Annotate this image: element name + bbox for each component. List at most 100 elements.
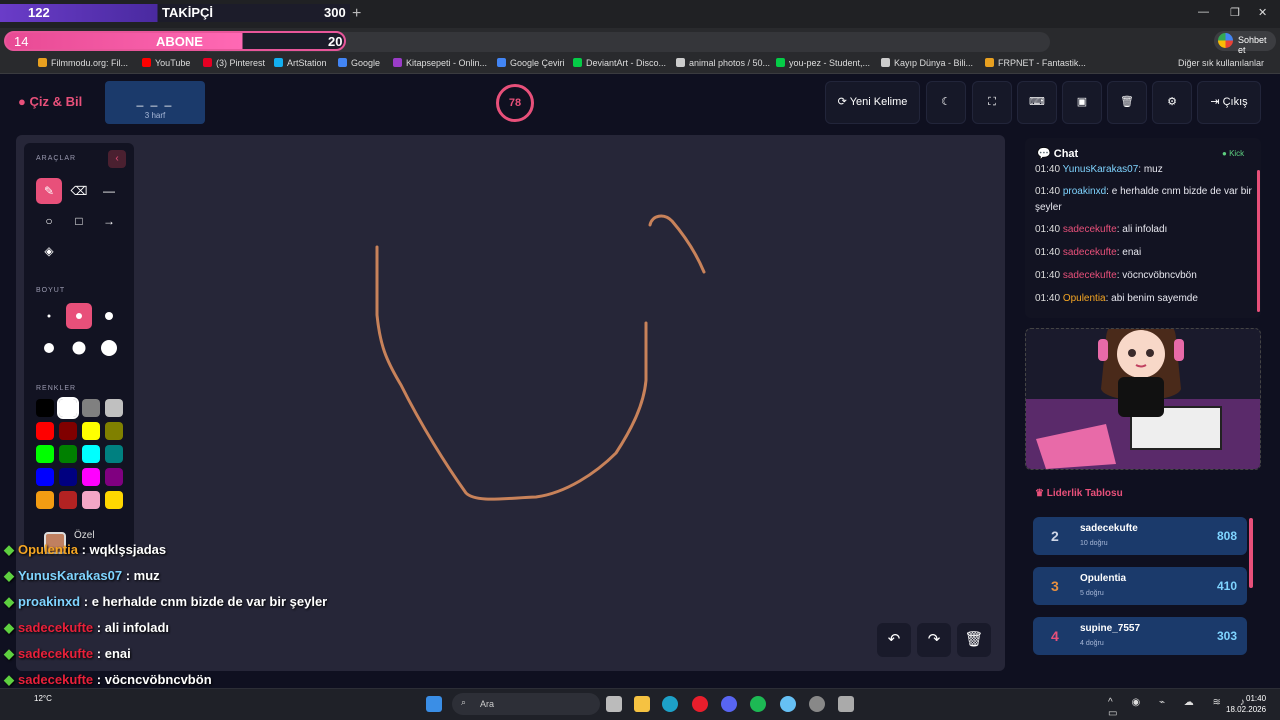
- color-swatch[interactable]: [36, 468, 54, 486]
- bookmark-item[interactable]: ArtStation: [274, 58, 327, 68]
- app-icon[interactable]: [838, 696, 854, 712]
- bookmark-item[interactable]: Google Çeviri: [497, 58, 565, 68]
- color-swatch[interactable]: [36, 422, 54, 440]
- chat-username[interactable]: sadecekufte: [1063, 270, 1117, 281]
- size-5[interactable]: [66, 335, 92, 361]
- undo-button[interactable]: ↶: [877, 623, 911, 657]
- redo-button[interactable]: ↷: [917, 623, 951, 657]
- chat-text: : abi benim sayemde: [1105, 293, 1198, 304]
- eraser-tool[interactable]: ⌫: [66, 178, 92, 204]
- brush-tool[interactable]: ✎: [36, 178, 62, 204]
- overlay-chat-message: ◆ sadecekufte : vöcncvöbncvbön: [4, 672, 212, 688]
- color-swatch[interactable]: [36, 491, 54, 509]
- spotify-icon[interactable]: [750, 696, 766, 712]
- file-explorer-icon[interactable]: [634, 696, 650, 712]
- start-icon[interactable]: [426, 696, 442, 712]
- task-view-icon[interactable]: [606, 696, 622, 712]
- size-dot-icon: [101, 340, 117, 356]
- bookmark-item[interactable]: YouTube: [142, 58, 190, 68]
- size-1[interactable]: [36, 303, 62, 329]
- steam-icon[interactable]: [780, 696, 796, 712]
- size-dot-icon: [44, 343, 54, 353]
- color-swatch[interactable]: [105, 491, 123, 509]
- redo-icon: ↷: [927, 631, 941, 648]
- overlay-chat-text: : muz: [125, 568, 160, 583]
- size-6[interactable]: [96, 335, 122, 361]
- bookmark-item[interactable]: Kitapsepeti - Onlin...: [393, 58, 487, 68]
- new-tab-button[interactable]: +: [352, 5, 361, 23]
- fill-tool[interactable]: ◈: [36, 238, 62, 264]
- size-2[interactable]: [66, 303, 92, 329]
- new-word-button[interactable]: ⟳ Yeni Kelime: [825, 81, 920, 124]
- leaderboard-scrollbar[interactable]: [1249, 518, 1253, 588]
- obs-icon[interactable]: [809, 696, 825, 712]
- color-swatch[interactable]: [82, 399, 100, 417]
- size-4[interactable]: [36, 335, 62, 361]
- line-tool[interactable]: —: [96, 178, 122, 204]
- trash-icon: 🗑: [964, 631, 984, 648]
- bookmark-item[interactable]: (3) Pinterest: [203, 58, 265, 68]
- discord-icon[interactable]: [721, 696, 737, 712]
- color-swatch[interactable]: [36, 445, 54, 463]
- color-swatch[interactable]: [82, 422, 100, 440]
- bookmark-item[interactable]: you-pez - Student,...: [776, 58, 870, 68]
- size-3[interactable]: [96, 303, 122, 329]
- bookmark-item[interactable]: DeviantArt - Disco...: [573, 58, 666, 68]
- circle-tool[interactable]: ○: [36, 208, 62, 234]
- color-swatch[interactable]: [105, 399, 123, 417]
- minimize-icon[interactable]: —: [1198, 6, 1209, 18]
- color-swatch[interactable]: [82, 468, 100, 486]
- word-length: 3 harf: [144, 111, 166, 120]
- color-swatch[interactable]: [59, 491, 77, 509]
- archive-button[interactable]: ▣: [1062, 81, 1102, 124]
- bookmark-item[interactable]: Kayıp Dünya - Bili...: [881, 58, 973, 68]
- sub-badge-icon: ◆: [4, 594, 14, 609]
- color-swatch[interactable]: [59, 445, 77, 463]
- leaderboard-name: Opulentia: [1080, 573, 1127, 584]
- chat-username[interactable]: sadecekufte: [1063, 247, 1117, 258]
- undo-icon: ↶: [887, 631, 901, 648]
- chat-username[interactable]: YunusKarakas07: [1063, 164, 1139, 175]
- fullscreen-button[interactable]: ⛶: [972, 81, 1012, 124]
- chat-scrollbar[interactable]: [1257, 170, 1260, 312]
- opera-icon[interactable]: [692, 696, 708, 712]
- chat-username[interactable]: sadecekufte: [1063, 224, 1117, 235]
- keyboard-button[interactable]: ⌨: [1017, 81, 1057, 124]
- clear-canvas-button[interactable]: 🗑: [957, 623, 991, 657]
- taskbar-search[interactable]: ⌕ Ara: [452, 693, 600, 715]
- bookmark-item[interactable]: FRPNET - Fantastik...: [985, 58, 1086, 68]
- arrow-tool[interactable]: →: [96, 208, 122, 234]
- edge-icon[interactable]: [662, 696, 678, 712]
- weather-widget[interactable]: 12°C: [34, 694, 52, 703]
- exit-button[interactable]: ⇥ Çıkış: [1197, 81, 1261, 124]
- color-swatch[interactable]: [105, 468, 123, 486]
- delete-button[interactable]: 🗑: [1107, 81, 1147, 124]
- bookmark-label: Google: [351, 58, 381, 68]
- color-swatch[interactable]: [36, 399, 54, 417]
- color-swatch[interactable]: [59, 468, 77, 486]
- color-swatch[interactable]: [105, 445, 123, 463]
- bookmark-item[interactable]: animal photos / 50...: [676, 58, 770, 68]
- color-swatch[interactable]: [57, 397, 79, 419]
- system-clock[interactable]: 01:40 18.02.2026: [1226, 693, 1266, 715]
- color-swatch[interactable]: [59, 422, 77, 440]
- bookmark-favicon-icon: [776, 58, 785, 67]
- dark-mode-button[interactable]: ☾: [926, 81, 966, 124]
- rectangle-tool[interactable]: □: [66, 208, 92, 234]
- follower-goal-bar: 122 TAKİPÇİ 300: [0, 4, 350, 22]
- chat-username[interactable]: proakinxd: [1063, 186, 1106, 197]
- bookmark-item[interactable]: Google: [338, 58, 380, 68]
- bookmark-item[interactable]: Filmmodu.org: Fil...: [38, 58, 128, 68]
- color-swatch[interactable]: [82, 491, 100, 509]
- settings-button[interactable]: ⚙: [1152, 81, 1192, 124]
- close-icon[interactable]: ✕: [1258, 6, 1267, 19]
- other-bookmarks[interactable]: Diğer sık kullanılanlar: [1178, 58, 1264, 68]
- bookmark-label: FRPNET - Fantastik...: [998, 58, 1086, 68]
- clock-date: 18.02.2026: [1226, 705, 1267, 714]
- maximize-icon[interactable]: ❐: [1230, 6, 1240, 19]
- browser-chat-button[interactable]: Sohbet et: [1214, 31, 1276, 55]
- color-swatch[interactable]: [82, 445, 100, 463]
- color-swatch[interactable]: [105, 422, 123, 440]
- collapse-panel-button[interactable]: ‹: [108, 150, 126, 168]
- chat-username[interactable]: Opulentia: [1063, 293, 1106, 304]
